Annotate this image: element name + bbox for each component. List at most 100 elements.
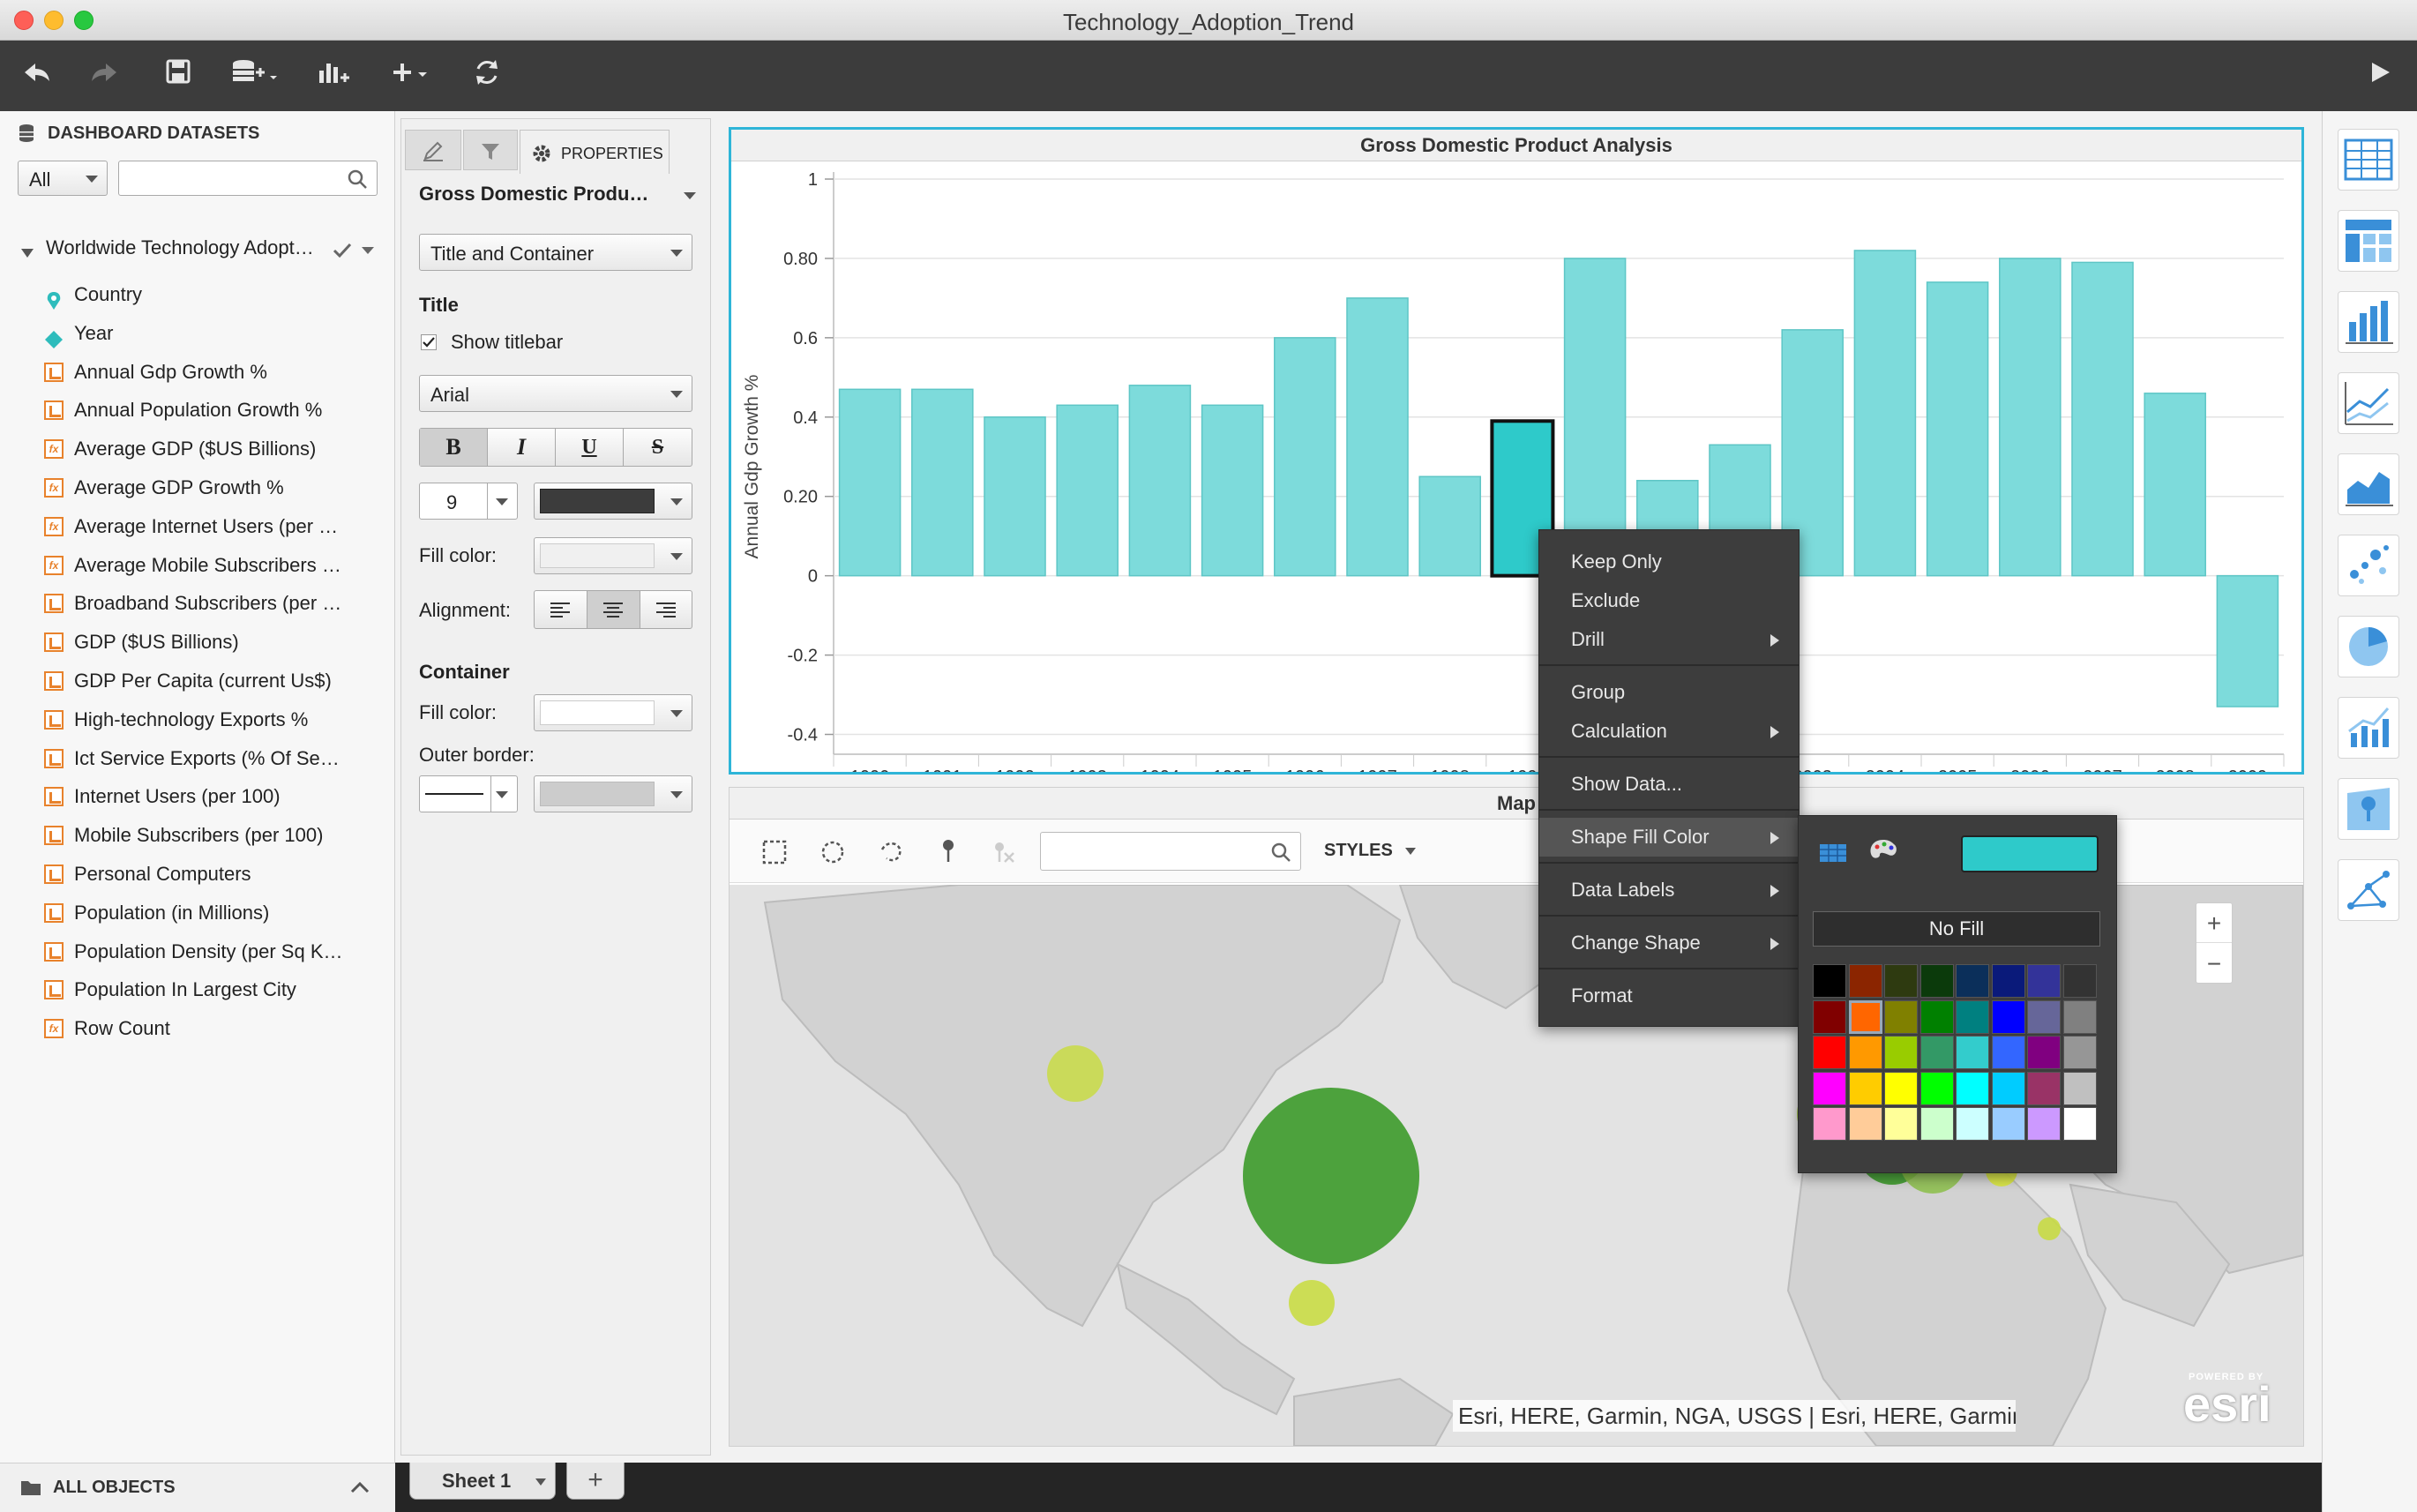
sheet-tab[interactable]: Sheet 1 <box>409 1463 556 1500</box>
color-swatch[interactable] <box>1884 1036 1918 1069</box>
dataset-field[interactable]: GDP ($US Billions) <box>0 623 393 662</box>
color-swatch[interactable] <box>1813 1071 1846 1105</box>
chart-titlebar[interactable]: Gross Domestic Product Analysis <box>731 130 2301 161</box>
dataset-name[interactable]: Worldwide Technology Adopt… <box>46 236 314 259</box>
dataset-field[interactable]: fx Average Mobile Subscribers … <box>0 546 393 585</box>
align-left-button[interactable] <box>535 591 587 628</box>
align-center-button[interactable] <box>587 591 640 628</box>
chevron-down-icon[interactable] <box>682 190 698 202</box>
dataset-field[interactable]: Country <box>0 275 393 314</box>
tab-edit[interactable] <box>405 130 461 170</box>
dataset-field[interactable]: Annual Population Growth % <box>0 391 393 430</box>
chart-bar[interactable] <box>984 416 1046 577</box>
chart-bar[interactable] <box>2071 261 2134 577</box>
map-bubble[interactable] <box>1243 1088 1419 1264</box>
dataset-field[interactable]: fx Average GDP Growth % <box>0 468 393 507</box>
dataset-search-input[interactable] <box>118 161 378 196</box>
chart-bar[interactable] <box>1274 337 1336 577</box>
save-icon[interactable] <box>159 56 198 95</box>
dataset-field[interactable]: High-technology Exports % <box>0 700 393 739</box>
color-swatch[interactable] <box>2027 999 2061 1034</box>
network-viz-button[interactable] <box>2338 859 2399 921</box>
chart-bar[interactable] <box>2144 393 2206 577</box>
clear-pin-icon[interactable] <box>991 839 1017 865</box>
table-viz-button[interactable] <box>2338 129 2399 191</box>
border-color-picker[interactable] <box>534 775 692 812</box>
line-viz-button[interactable] <box>2338 372 2399 434</box>
circle-select-icon[interactable] <box>819 839 846 865</box>
color-swatch[interactable] <box>1848 1036 1882 1069</box>
refresh-icon[interactable] <box>468 56 506 95</box>
add-dataset-icon[interactable] <box>228 56 281 95</box>
context-menu-item[interactable]: Exclude <box>1539 581 1799 620</box>
color-swatch[interactable] <box>2062 1036 2097 1069</box>
dataset-filter-dropdown[interactable]: All <box>18 161 108 196</box>
dataset-field[interactable]: fx Average Internet Users (per … <box>0 507 393 546</box>
bar-viz-button[interactable] <box>2338 291 2399 353</box>
dataset-field[interactable]: fx Row Count <box>0 1009 393 1048</box>
chevron-up-icon[interactable] <box>349 1479 370 1495</box>
color-swatch[interactable] <box>1991 1107 2025 1141</box>
chevron-down-icon[interactable] <box>534 1477 548 1487</box>
chart-bar[interactable] <box>1563 258 1627 577</box>
color-swatch[interactable] <box>1884 1071 1918 1105</box>
color-swatch[interactable] <box>1956 999 1989 1034</box>
color-swatch[interactable] <box>1919 1071 1954 1105</box>
color-swatch[interactable] <box>1884 964 1918 998</box>
all-objects-bar[interactable]: ALL OBJECTS <box>0 1463 395 1512</box>
color-swatch[interactable] <box>2062 964 2097 998</box>
context-menu-item[interactable]: Keep Only <box>1539 543 1799 581</box>
strikethrough-button[interactable]: S <box>624 429 692 466</box>
current-color-swatch[interactable] <box>1961 835 2099 872</box>
dataset-field[interactable]: Ict Service Exports (% Of Se… <box>0 739 393 778</box>
map-search-field[interactable] <box>1048 833 1260 868</box>
color-swatch[interactable] <box>1919 1036 1954 1069</box>
font-dropdown[interactable]: Arial <box>419 375 692 412</box>
color-swatch[interactable] <box>1848 964 1882 998</box>
color-swatch[interactable] <box>2062 1107 2097 1141</box>
back-arrow-icon[interactable] <box>18 56 56 95</box>
chevron-down-icon[interactable] <box>360 243 376 258</box>
chart-bar[interactable] <box>1056 404 1119 577</box>
context-menu-item[interactable]: Shape Fill Color <box>1539 818 1799 857</box>
tab-filter[interactable] <box>463 130 518 170</box>
color-swatch[interactable] <box>1813 1107 1846 1141</box>
color-swatch[interactable] <box>1919 1107 1954 1141</box>
container-fill-color-picker[interactable] <box>534 694 692 731</box>
context-menu-item[interactable]: Change Shape <box>1539 924 1799 962</box>
chart-bar[interactable] <box>1999 258 2062 577</box>
dataset-field[interactable]: Population In Largest City <box>0 970 393 1009</box>
color-swatch[interactable] <box>1848 1071 1882 1105</box>
color-swatch[interactable] <box>1919 964 1954 998</box>
section-dropdown[interactable]: Title and Container <box>419 234 692 271</box>
color-swatch[interactable] <box>1956 1071 1989 1105</box>
chart-bar[interactable] <box>1201 404 1264 577</box>
dataset-field[interactable]: Annual Gdp Growth % <box>0 353 393 392</box>
map-viz-button[interactable] <box>2338 778 2399 840</box>
dataset-field[interactable]: Mobile Subscribers (per 100) <box>0 816 393 855</box>
context-menu-item[interactable]: Data Labels <box>1539 871 1799 909</box>
chart-bar[interactable] <box>1853 250 1917 577</box>
color-swatch[interactable] <box>2027 1107 2061 1141</box>
dataset-field[interactable]: Population (in Millions) <box>0 894 393 932</box>
forward-arrow-icon[interactable] <box>85 56 123 95</box>
context-menu-item[interactable]: Group <box>1539 673 1799 712</box>
align-right-button[interactable] <box>640 591 692 628</box>
zoom-in-button[interactable]: + <box>2196 903 2232 943</box>
color-swatch[interactable] <box>1813 1036 1846 1069</box>
pie-viz-button[interactable] <box>2338 616 2399 677</box>
dataset-search-field[interactable] <box>126 161 338 193</box>
map-bubble[interactable] <box>1289 1280 1335 1326</box>
scatter-viz-button[interactable] <box>2338 535 2399 596</box>
bold-button[interactable]: B <box>420 429 488 466</box>
dataset-field[interactable]: Population Density (per Sq K… <box>0 932 393 971</box>
show-titlebar-checkbox[interactable] <box>421 334 437 350</box>
zoom-out-button[interactable]: − <box>2196 944 2232 984</box>
tab-properties[interactable]: PROPERTIES <box>520 130 670 174</box>
object-name[interactable]: Gross Domestic Produ… <box>419 183 648 206</box>
map-bubble[interactable] <box>2038 1217 2061 1240</box>
color-swatch[interactable] <box>1956 1107 1989 1141</box>
chart-bar[interactable] <box>1418 475 1481 577</box>
color-swatch[interactable] <box>1813 999 1846 1034</box>
map-bubble[interactable] <box>1047 1045 1104 1102</box>
